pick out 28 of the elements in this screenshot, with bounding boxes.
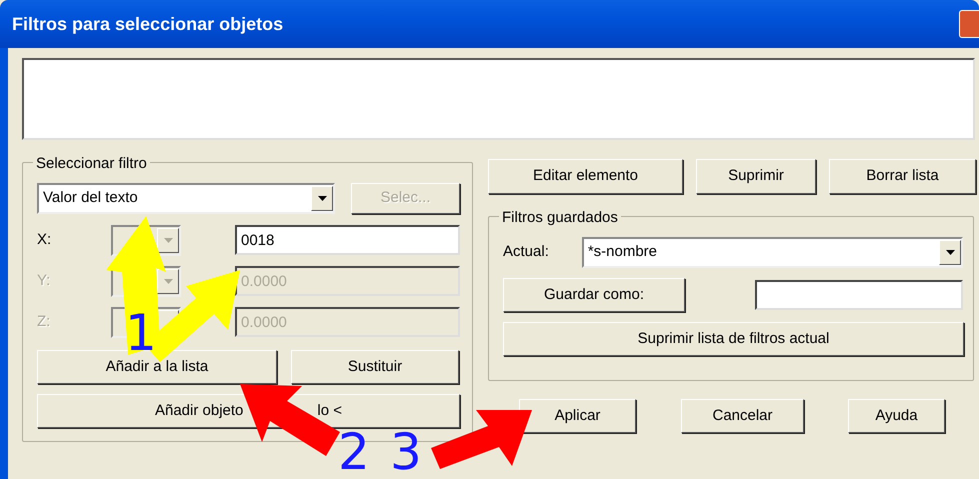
dialog-button[interactable]: Aplicar bbox=[519, 399, 636, 433]
dialog-button[interactable]: Cancelar bbox=[681, 399, 804, 433]
coordinate-label: X: bbox=[37, 230, 52, 250]
add-to-list-button[interactable]: Añadir a la lista bbox=[37, 350, 277, 384]
coordinate-field[interactable]: 0018 bbox=[235, 225, 460, 255]
dropdown-arrow-icon bbox=[164, 238, 172, 242]
dropdown-button[interactable] bbox=[157, 268, 179, 294]
list-action-button[interactable]: Borrar lista bbox=[829, 159, 976, 194]
window-title: Filtros para seleccionar objetos bbox=[12, 12, 284, 36]
dropdown-arrow-icon bbox=[164, 278, 172, 284]
annotation-number: 3 bbox=[390, 427, 422, 477]
current-filter-label: Actual: bbox=[503, 242, 550, 262]
save-as-field[interactable] bbox=[755, 280, 963, 310]
dropdown-arrow-icon bbox=[946, 250, 954, 255]
filter-type-dropdown[interactable]: Valor del texto bbox=[37, 183, 335, 214]
save-as-button[interactable]: Guardar como: bbox=[503, 278, 685, 312]
delete-filter-list-button[interactable]: Suprimir lista de filtros actual bbox=[503, 322, 964, 356]
list-action-button[interactable]: Suprimir bbox=[696, 159, 816, 194]
dropdown-arrow-icon bbox=[318, 196, 326, 201]
saved-filter-dropdown[interactable]: *s-nombre bbox=[582, 237, 963, 268]
replace-button[interactable]: Sustituir bbox=[291, 350, 459, 384]
coordinate-label: Y: bbox=[37, 270, 52, 291]
coordinate-label: Z: bbox=[37, 312, 52, 332]
annotation-number: 2 bbox=[338, 427, 370, 477]
dropdown-button[interactable] bbox=[157, 228, 179, 252]
dialog-button[interactable]: Ayuda bbox=[848, 399, 945, 433]
list-action-button[interactable]: Editar elemento bbox=[488, 159, 683, 194]
close-button[interactable] bbox=[959, 10, 979, 38]
